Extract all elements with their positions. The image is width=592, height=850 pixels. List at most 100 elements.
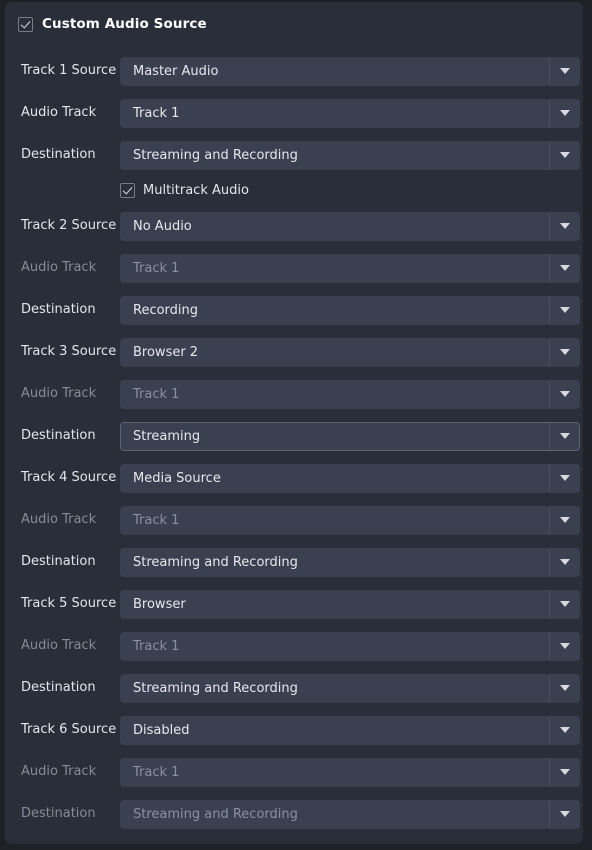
dropdown-track-3-source[interactable]: Browser 2	[120, 337, 580, 367]
dropdown-value: Master Audio	[133, 63, 219, 79]
dropdown-audio-track: Track 1	[120, 757, 580, 787]
page-title: Custom Audio Source	[42, 16, 207, 32]
chevron-down-icon	[549, 506, 579, 534]
dropdown-destination[interactable]: Streaming and Recording	[120, 140, 580, 170]
chevron-down-glyph	[559, 643, 570, 649]
chevron-down-glyph	[559, 433, 570, 439]
chevron-down-glyph	[559, 727, 570, 733]
dropdown-audio-track: Track 1	[120, 253, 580, 283]
chevron-down-icon	[549, 254, 579, 282]
panel-header: Custom Audio Source	[18, 14, 207, 34]
setting-row-label: Track 4 Source	[21, 470, 117, 485]
chevron-down-icon[interactable]	[549, 338, 579, 366]
chevron-down-glyph	[559, 307, 570, 313]
setting-row-label: Destination	[21, 680, 96, 695]
dropdown-track-5-source[interactable]: Browser	[120, 589, 580, 619]
setting-row: Track 4 Source Media Source	[5, 463, 583, 493]
chevron-down-icon[interactable]	[549, 422, 579, 450]
chevron-down-glyph	[559, 685, 570, 691]
dropdown-value: Media Source	[133, 470, 221, 486]
dropdown-audio-track: Track 1	[120, 379, 580, 409]
dropdown-value: Track 1	[133, 105, 180, 121]
setting-row-label: Track 6 Source	[21, 722, 117, 737]
chevron-down-icon[interactable]	[549, 590, 579, 618]
setting-row: Destination Streaming and Recording	[5, 673, 583, 703]
setting-row: Destination Streaming and Recording	[5, 140, 583, 170]
dropdown-track-2-source[interactable]: No Audio	[120, 211, 580, 241]
chevron-down-icon	[549, 800, 579, 828]
chevron-down-icon[interactable]	[549, 296, 579, 324]
setting-row: Destination Streaming and Recording	[5, 799, 583, 829]
setting-row-label: Track 3 Source	[21, 344, 117, 359]
setting-row: Audio Track Track 1	[5, 253, 583, 283]
setting-row-label: Destination	[21, 147, 96, 162]
chevron-down-icon[interactable]	[549, 548, 579, 576]
setting-row-label: Audio Track	[21, 386, 97, 401]
setting-row-label: Audio Track	[21, 638, 97, 653]
dropdown-value: Streaming and Recording	[133, 554, 298, 570]
chevron-down-icon[interactable]	[549, 141, 579, 169]
dropdown-destination[interactable]: Recording	[120, 295, 580, 325]
chevron-down-glyph	[559, 349, 570, 355]
chevron-down-icon[interactable]	[549, 99, 579, 127]
setting-row: Audio Track Track 1	[5, 757, 583, 787]
dropdown-value: Track 1	[133, 512, 180, 528]
dropdown-track-6-source[interactable]: Disabled	[120, 715, 580, 745]
chevron-down-glyph	[559, 110, 570, 116]
dropdown-value: Browser	[133, 596, 186, 612]
setting-row-label: Audio Track	[21, 105, 97, 120]
setting-row-label: Destination	[21, 428, 96, 443]
dropdown-destination[interactable]: Streaming and Recording	[120, 673, 580, 703]
dropdown-value: Recording	[133, 302, 199, 318]
dropdown-value: Disabled	[133, 722, 190, 738]
setting-row-label: Destination	[21, 302, 96, 317]
setting-row: Track 5 Source Browser	[5, 589, 583, 619]
setting-row-label: Audio Track	[21, 764, 97, 779]
setting-row: Destination Streaming and Recording	[5, 547, 583, 577]
chevron-down-glyph	[559, 811, 570, 817]
chevron-down-icon	[549, 758, 579, 786]
chevron-down-glyph	[559, 68, 570, 74]
dropdown-value: Browser 2	[133, 344, 199, 360]
dropdown-value: Track 1	[133, 386, 180, 402]
chevron-down-glyph	[559, 769, 570, 775]
multitrack-audio-label: Multitrack Audio	[143, 182, 249, 198]
chevron-down-icon[interactable]	[549, 674, 579, 702]
dropdown-track-1-source[interactable]: Master Audio	[120, 56, 580, 86]
chevron-down-icon	[549, 632, 579, 660]
dropdown-destination[interactable]: Streaming and Recording	[120, 547, 580, 577]
setting-row: Track 2 Source No Audio	[5, 211, 583, 241]
setting-row: Audio Track Track 1	[5, 505, 583, 535]
chevron-down-glyph	[559, 517, 570, 523]
setting-row-label: Audio Track	[21, 512, 97, 527]
setting-row: Track 6 Source Disabled	[5, 715, 583, 745]
dropdown-value: Streaming and Recording	[133, 147, 298, 163]
dropdown-audio-track: Track 1	[120, 505, 580, 535]
chevron-down-icon[interactable]	[549, 57, 579, 85]
setting-row: Audio Track Track 1	[5, 379, 583, 409]
dropdown-value: Track 1	[133, 260, 180, 276]
dropdown-audio-track[interactable]: Track 1	[120, 98, 580, 128]
setting-row: Destination Streaming	[5, 421, 583, 451]
chevron-down-icon	[549, 380, 579, 408]
dropdown-value: Streaming and Recording	[133, 806, 298, 822]
chevron-down-glyph	[559, 475, 570, 481]
chevron-down-glyph	[559, 265, 570, 271]
chevron-down-icon[interactable]	[549, 212, 579, 240]
setting-row-label: Destination	[21, 806, 96, 821]
setting-row-label: Destination	[21, 554, 96, 569]
dropdown-track-4-source[interactable]: Media Source	[120, 463, 580, 493]
setting-row-label: Audio Track	[21, 260, 97, 275]
chevron-down-icon[interactable]	[549, 464, 579, 492]
dropdown-value: Track 1	[133, 638, 180, 654]
setting-row: Destination Recording	[5, 295, 583, 325]
multitrack-audio-checkbox[interactable]	[120, 182, 135, 198]
chevron-down-glyph	[559, 223, 570, 229]
chevron-down-glyph	[559, 559, 570, 565]
dropdown-destination: Streaming and Recording	[120, 799, 580, 829]
custom-audio-source-checkbox[interactable]	[18, 16, 33, 32]
dropdown-destination[interactable]: Streaming	[120, 421, 580, 451]
setting-row: Audio Track Track 1	[5, 98, 583, 128]
chevron-down-icon[interactable]	[549, 716, 579, 744]
dropdown-value: Streaming	[133, 428, 201, 444]
